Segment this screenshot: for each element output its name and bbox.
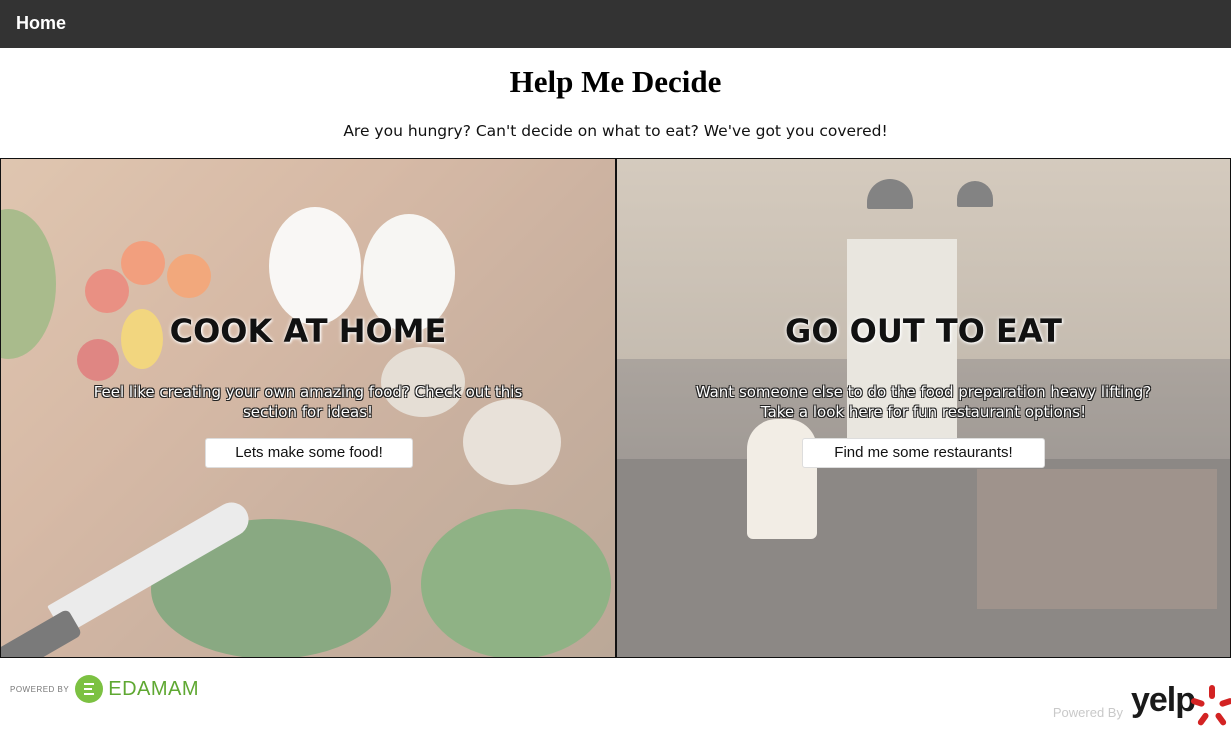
yelp-attribution[interactable]: Powered By yelp <box>1052 670 1231 727</box>
go-out-panel: GO OUT TO EAT Want someone else to do th… <box>616 158 1231 658</box>
eat-description: Want someone else to do the food prepara… <box>695 383 1152 421</box>
make-food-button[interactable]: Lets make some food! <box>205 438 413 468</box>
eat-panel-content: GO OUT TO EAT Want someone else to do th… <box>617 159 1230 657</box>
edamam-attribution[interactable]: POWERED BY EDAMAM <box>10 673 199 705</box>
cook-heading: COOK AT HOME <box>169 312 447 350</box>
yelp-brand: yelp <box>1130 681 1196 719</box>
cook-description: Feel like creating your own amazing food… <box>93 383 523 421</box>
page-title: Help Me Decide <box>509 64 722 99</box>
eat-heading: GO OUT TO EAT <box>785 312 1062 350</box>
find-restaurants-button[interactable]: Find me some restaurants! <box>802 438 1045 468</box>
navbar: Home <box>0 0 1231 48</box>
cook-panel-content: COOK AT HOME Feel like creating your own… <box>1 159 615 657</box>
edamam-powered-by: POWERED BY <box>10 684 70 694</box>
page-subtitle: Are you hungry? Can't decide on what to … <box>343 122 888 140</box>
cook-at-home-panel: COOK AT HOME Feel like creating your own… <box>0 158 616 658</box>
yelp-burst-icon <box>1190 680 1231 727</box>
edamam-brand: EDAMAM <box>108 677 200 700</box>
edamam-logo-icon <box>75 675 104 703</box>
nav-home-link[interactable]: Home <box>16 13 66 34</box>
yelp-powered-by: Powered By <box>1052 705 1123 720</box>
